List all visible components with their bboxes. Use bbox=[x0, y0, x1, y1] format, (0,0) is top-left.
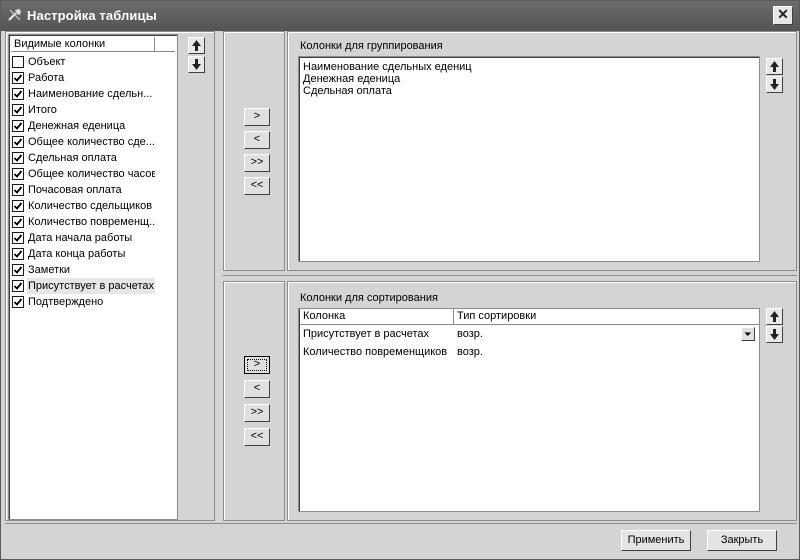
visible-columns-panel: Видимые колонки Объект Работа Наименование… bbox=[5, 31, 215, 521]
visible-column-label: Работа bbox=[28, 72, 65, 84]
visible-column-item[interactable]: Работа bbox=[12, 70, 155, 86]
grouping-move-up-button[interactable] bbox=[766, 58, 783, 75]
close-window-button[interactable]: ✕ bbox=[773, 6, 793, 25]
move-down-button[interactable] bbox=[188, 56, 205, 73]
visible-column-label: Подтверждено bbox=[28, 296, 104, 308]
visible-column-label: Заметки bbox=[28, 264, 71, 276]
visible-column-label: Дата начала работы bbox=[28, 232, 133, 244]
grouping-remove-button[interactable]: < bbox=[244, 131, 270, 149]
title-bar[interactable]: Настройка таблицы ✕ bbox=[1, 1, 799, 31]
grouping-add-all-button[interactable]: >> bbox=[244, 154, 270, 172]
sort-order-dropdown[interactable] bbox=[741, 327, 755, 341]
visible-column-item[interactable]: Денежная еденица bbox=[12, 118, 155, 134]
checkbox[interactable] bbox=[12, 216, 24, 228]
sorting-panel: Колонки для сортирования Колонка Тип сор… bbox=[287, 281, 797, 521]
grouping-title: Колонки для группирования bbox=[300, 40, 443, 52]
grouping-item[interactable]: Денежная еденица bbox=[303, 73, 400, 85]
visible-column-item[interactable]: Количество сдельщиков bbox=[12, 198, 155, 214]
checkbox[interactable] bbox=[12, 56, 24, 68]
sorting-row-column[interactable]: Присутствует в расчетах bbox=[300, 326, 454, 342]
chevron-down-icon bbox=[742, 331, 754, 343]
visible-column-label: Сдельная оплата bbox=[28, 152, 117, 164]
grouping-remove-all-button[interactable]: << bbox=[244, 177, 270, 195]
visible-column-item[interactable]: Общее количество часов bbox=[12, 166, 155, 182]
visible-column-label: Дата конца работы bbox=[28, 248, 126, 260]
visible-columns-list[interactable]: Видимые колонки Объект Работа Наименование… bbox=[8, 34, 178, 520]
sorting-remove-all-button[interactable]: << bbox=[244, 428, 270, 446]
grouping-item[interactable]: Наименование сдельных едениц bbox=[303, 61, 472, 73]
sorting-remove-button[interactable]: < bbox=[244, 380, 270, 398]
sorting-row-order[interactable]: возр. bbox=[454, 344, 739, 360]
visible-columns-header[interactable]: Видимые колонки bbox=[11, 37, 155, 52]
checkbox[interactable] bbox=[12, 136, 24, 148]
sorting-order-header[interactable]: Тип сортировки bbox=[454, 309, 759, 325]
grouping-panel: Колонки для группирования Наименование с… bbox=[287, 31, 797, 271]
checkbox[interactable] bbox=[12, 88, 24, 100]
tools-icon bbox=[7, 7, 23, 23]
visible-column-item[interactable]: Дата начала работы bbox=[12, 230, 155, 246]
visible-column-item[interactable]: Общее количество сде... bbox=[12, 134, 155, 150]
visible-column-item[interactable]: Дата конца работы bbox=[12, 246, 155, 262]
checkbox[interactable] bbox=[12, 296, 24, 308]
sorting-add-all-button[interactable]: >> bbox=[244, 404, 270, 422]
grouping-move-down-button[interactable] bbox=[766, 76, 783, 93]
visible-column-item[interactable]: Заметки bbox=[12, 262, 155, 278]
footer-divider bbox=[5, 523, 797, 524]
visible-column-item[interactable]: Наименование сдельн... bbox=[12, 86, 155, 102]
checkbox[interactable] bbox=[12, 104, 24, 116]
visible-column-label: Почасовая оплата bbox=[28, 184, 122, 196]
checkbox[interactable] bbox=[12, 264, 24, 276]
visible-column-item[interactable]: Почасовая оплата bbox=[12, 182, 155, 198]
checkbox[interactable] bbox=[12, 168, 24, 180]
sorting-move-up-button[interactable] bbox=[766, 308, 783, 325]
sorting-grid[interactable]: Колонка Тип сортировки Присутствует в ра… bbox=[298, 308, 760, 512]
apply-button[interactable]: Применить bbox=[621, 530, 691, 551]
checkbox[interactable] bbox=[12, 280, 24, 292]
visible-column-label: Присутствует в расчетах bbox=[27, 278, 155, 294]
grouping-item[interactable]: Сдельная оплата bbox=[303, 85, 392, 97]
checkbox[interactable] bbox=[12, 152, 24, 164]
visible-column-label: Итого bbox=[28, 104, 57, 116]
splitter[interactable] bbox=[223, 275, 797, 276]
visible-column-label: Объект bbox=[28, 56, 66, 68]
visible-column-label: Общее количество сде... bbox=[28, 136, 155, 148]
sorting-add-button[interactable]: > bbox=[244, 356, 270, 374]
visible-column-item[interactable]: Сдельная оплата bbox=[12, 150, 155, 166]
move-up-button[interactable] bbox=[188, 37, 205, 54]
checkbox[interactable] bbox=[12, 200, 24, 212]
window-title: Настройка таблицы bbox=[27, 8, 157, 23]
grouping-list[interactable]: Наименование сдельных едениц Денежная ед… bbox=[298, 56, 760, 262]
grouping-add-button[interactable]: > bbox=[244, 108, 270, 126]
visible-column-item[interactable]: Присутствует в расчетах bbox=[12, 278, 155, 294]
sorting-row-column[interactable]: Количество повременщиков bbox=[300, 344, 454, 360]
visible-column-item[interactable]: Объект bbox=[12, 54, 155, 70]
sorting-row-order[interactable]: возр. bbox=[454, 326, 739, 342]
visible-column-item[interactable]: Количество повременщ... bbox=[12, 214, 155, 230]
checkbox[interactable] bbox=[12, 232, 24, 244]
visible-column-label: Количество повременщ... bbox=[28, 216, 155, 228]
grouping-transfer-panel: > < >> << bbox=[223, 31, 285, 271]
visible-column-label: Денежная еденица bbox=[28, 120, 126, 132]
checkbox[interactable] bbox=[12, 184, 24, 196]
checkbox[interactable] bbox=[12, 248, 24, 260]
visible-column-item[interactable]: Подтверждено bbox=[12, 294, 155, 310]
sorting-move-down-button[interactable] bbox=[766, 326, 783, 343]
sorting-column-header[interactable]: Колонка bbox=[300, 309, 454, 325]
sorting-transfer-panel: > < >> << bbox=[223, 281, 285, 521]
visible-column-item[interactable]: Итого bbox=[12, 102, 155, 118]
sorting-title: Колонки для сортирования bbox=[300, 292, 438, 304]
checkbox[interactable] bbox=[12, 120, 24, 132]
checkbox[interactable] bbox=[12, 72, 24, 84]
visible-column-label: Наименование сдельн... bbox=[28, 88, 153, 100]
visible-column-label: Общее количество часов bbox=[28, 168, 155, 180]
visible-column-label: Количество сдельщиков bbox=[28, 200, 153, 212]
table-settings-dialog: Настройка таблицы ✕ Видимые колонки Объе… bbox=[0, 0, 800, 560]
close-button[interactable]: Закрыть bbox=[707, 530, 777, 551]
